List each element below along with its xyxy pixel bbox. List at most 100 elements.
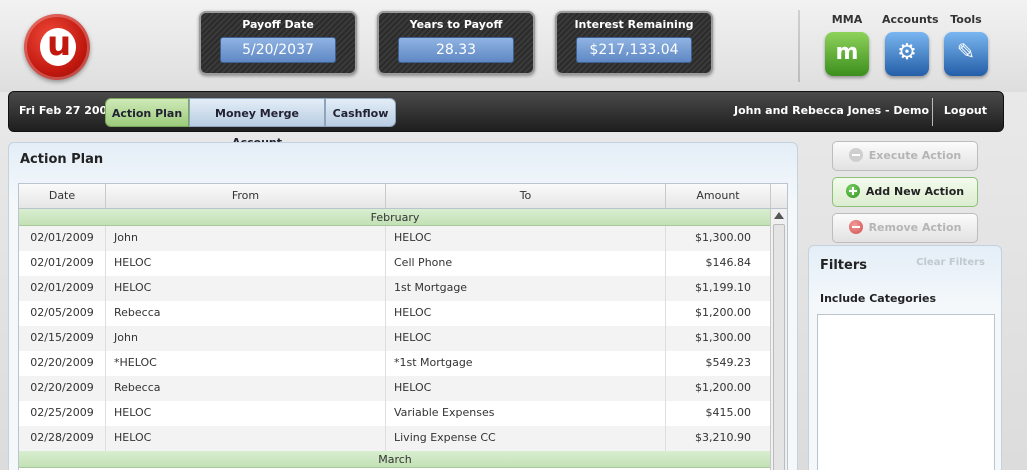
group-header: March [19, 451, 771, 468]
table-row[interactable]: 02/20/2009 Rebecca HELOC $1,200.00 [19, 376, 771, 401]
minus-icon [848, 220, 863, 234]
cell-amount: $1,300.00 [695, 231, 751, 244]
stat-value: 5/20/2037 [220, 37, 336, 63]
cell-to: HELOC [386, 226, 666, 251]
cell-amount: $1,300.00 [695, 331, 751, 344]
interest-remaining-stat: Interest Remaining $217,133.04 [555, 11, 713, 75]
column-header-from[interactable]: From [106, 184, 386, 208]
current-date: Fri Feb 27 2009 [19, 104, 115, 117]
mma-tool[interactable]: MMA m [822, 13, 872, 76]
include-categories-label: Include Categories [820, 292, 937, 305]
cell-from: Rebecca [106, 301, 386, 326]
add-new-action-button[interactable]: Add New Action [832, 177, 978, 207]
cell-amount: $1,200.00 [695, 306, 751, 319]
cell-from: John [106, 326, 386, 351]
stat-label: Years to Payoff [409, 18, 503, 31]
user-name: John and Rebecca Jones - Demo [734, 104, 929, 117]
filters-panel: Filters Clear Filters Include Categories [808, 245, 1002, 470]
logo[interactable] [24, 14, 90, 80]
action-plan-table: Date From To Amount February 02/01/2009 Jo… [18, 183, 788, 470]
tool-label: Accounts [882, 13, 939, 26]
stat-label: Interest Remaining [574, 18, 694, 31]
tool-label: MMA [831, 13, 863, 26]
cell-to: Cell Phone [386, 251, 666, 276]
cell-to: 1st Mortgage [386, 276, 666, 301]
wrench-icon[interactable]: ✎ [944, 32, 988, 76]
categories-list[interactable] [817, 314, 995, 470]
scroll-up-icon[interactable] [774, 212, 784, 219]
table-row[interactable]: 02/28/2009 HELOC Living Expense CC $3,210.9… [19, 426, 771, 451]
action-plan-panel: Action Plan Date From To Amount February… [8, 142, 798, 470]
cell-amount: $415.00 [705, 406, 752, 419]
tools-tool[interactable]: Tools ✎ [941, 13, 991, 76]
group-header: February [19, 209, 771, 226]
table-row[interactable]: 02/25/2009 HELOC Variable Expenses $415.00 [19, 401, 771, 426]
cell-date: 02/28/2009 [19, 426, 106, 451]
cell-amount: $146.84 [705, 256, 752, 269]
cell-to: Variable Expenses [386, 401, 666, 426]
stat-value: 28.33 [398, 37, 514, 63]
cell-from: HELOC [106, 426, 386, 451]
tab-action-plan[interactable]: Action Plan [105, 98, 189, 127]
cell-from: *HELOC [106, 351, 386, 376]
table-row[interactable]: 02/01/2009 HELOC 1st Mortgage $1,199.10 [19, 276, 771, 301]
cell-to: *1st Mortgage [386, 351, 666, 376]
years-to-payoff-stat: Years to Payoff 28.33 [377, 11, 535, 75]
cell-amount: $1,200.00 [695, 381, 751, 394]
panel-title: Action Plan [20, 152, 104, 167]
plus-icon [845, 184, 860, 198]
cell-amount: $3,210.90 [695, 431, 751, 444]
table-row[interactable]: 02/05/2009 Rebecca HELOC $1,200.00 [19, 301, 771, 326]
nav-bar: Fri Feb 27 2009 Action Plan Money Merge … [8, 91, 1004, 149]
cell-date: 02/20/2009 [19, 351, 106, 376]
cell-from: HELOC [106, 401, 386, 426]
execute-icon [848, 148, 863, 162]
cell-date: 02/15/2009 [19, 326, 106, 351]
cell-to: HELOC [386, 301, 666, 326]
cell-from: HELOC [106, 251, 386, 276]
cell-date: 02/01/2009 [19, 226, 106, 251]
vertical-scrollbar[interactable] [770, 209, 787, 470]
top-header: Payoff Date 5/20/2037 Years to Payoff 28… [0, 0, 1027, 92]
scroll-thumb[interactable] [773, 224, 785, 470]
stat-label: Payoff Date [242, 18, 314, 31]
cell-date: 02/05/2009 [19, 301, 106, 326]
button-label: Remove Action [868, 221, 962, 234]
cell-to: Living Expense CC [386, 426, 666, 451]
table-body: February 02/01/2009 John HELOC $1,300.00 02/0… [19, 209, 787, 468]
tab-money-merge-account[interactable]: Money Merge Account [189, 98, 325, 149]
execute-action-button[interactable]: Execute Action [832, 141, 978, 171]
accounts-tool[interactable]: Accounts ⚙ [882, 13, 939, 76]
button-label: Execute Action [868, 149, 962, 162]
mma-icon[interactable]: m [825, 32, 869, 76]
tab-cashflow[interactable]: Cashflow [325, 98, 396, 127]
column-header-date[interactable]: Date [19, 184, 106, 208]
clear-filters-link[interactable]: Clear Filters [916, 257, 985, 268]
table-row[interactable]: 02/01/2009 John HELOC $1,300.00 [19, 226, 771, 251]
remove-action-button[interactable]: Remove Action [832, 213, 978, 243]
cell-date: 02/20/2009 [19, 376, 106, 401]
table-row[interactable]: 02/15/2009 John HELOC $1,300.00 [19, 326, 771, 351]
nav-divider [932, 98, 933, 126]
column-header-amount[interactable]: Amount [666, 184, 771, 208]
cell-date: 02/01/2009 [19, 251, 106, 276]
logout-link[interactable]: Logout [944, 104, 987, 117]
cell-amount: $1,199.10 [695, 281, 751, 294]
column-header-to[interactable]: To [386, 184, 666, 208]
filters-title: Filters [820, 258, 867, 273]
table-header: Date From To Amount [19, 184, 787, 209]
table-row[interactable]: 02/01/2009 HELOC Cell Phone $146.84 [19, 251, 771, 276]
tool-label: Tools [950, 13, 982, 26]
cell-amount: $549.23 [705, 356, 752, 369]
cell-to: HELOC [386, 376, 666, 401]
cell-date: 02/25/2009 [19, 401, 106, 426]
cell-to: HELOC [386, 326, 666, 351]
cell-from: HELOC [106, 276, 386, 301]
payoff-date-stat: Payoff Date 5/20/2037 [199, 11, 357, 75]
tools-divider [798, 10, 800, 82]
gears-icon[interactable]: ⚙ [885, 32, 929, 76]
cell-date: 02/01/2009 [19, 276, 106, 301]
table-row[interactable]: 02/20/2009 *HELOC *1st Mortgage $549.23 [19, 351, 771, 376]
stat-value: $217,133.04 [576, 37, 692, 63]
cell-from: Rebecca [106, 376, 386, 401]
